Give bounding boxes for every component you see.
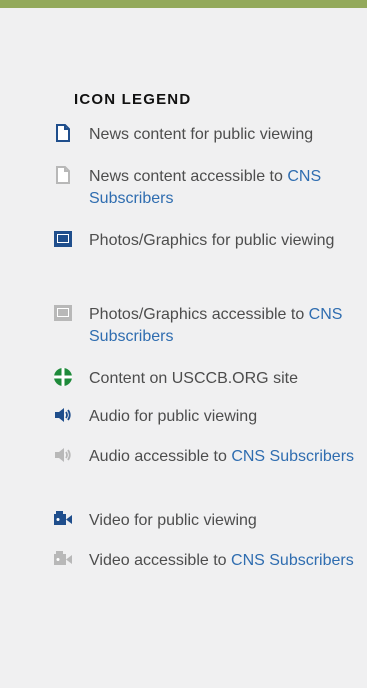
legend-item-video-public: Video for public viewing (54, 510, 354, 532)
cns-subscribers-link[interactable]: CNS Subscribers (231, 552, 354, 569)
top-accent-bar (0, 0, 367, 8)
video-icon (54, 510, 72, 528)
legend-item-news-subscriber: News content accessible to CNS Subscribe… (54, 166, 354, 210)
video-subscriber-icon (54, 550, 72, 568)
legend-item-audio-subscriber: Audio accessible to CNS Subscribers (54, 446, 354, 468)
legend-item-text: News content accessible to CNS Subscribe… (89, 168, 322, 207)
legend-item-text: News content for public viewing (89, 126, 314, 143)
legend-item-text: Content on USCCB.ORG site (89, 370, 298, 387)
photo-icon (54, 230, 72, 248)
audio-subscriber-icon (54, 446, 72, 464)
news-icon (54, 124, 72, 142)
legend-item-video-subscriber: Video accessible to CNS Subscribers (54, 550, 354, 572)
legend-item-text: Photos/Graphics for public viewing (89, 232, 335, 249)
audio-icon (54, 406, 72, 424)
photo-subscriber-icon (54, 304, 72, 322)
legend-item-text: Audio for public viewing (89, 408, 258, 425)
legend-item-audio-public: Audio for public viewing (54, 406, 354, 428)
legend-item-text: Photos/Graphics accessible to CNS Subscr… (89, 306, 343, 345)
legend-item-text: Video for public viewing (89, 512, 257, 529)
legend-item-usccb: Content on USCCB.ORG site (54, 368, 354, 390)
legend-item-text: Audio accessible to CNS Subscribers (89, 448, 355, 465)
cns-subscribers-link[interactable]: CNS Subscribers (231, 448, 354, 465)
legend-item-news-public: News content for public viewing (54, 124, 354, 146)
legend-item-photo-public: Photos/Graphics for public viewing (54, 230, 354, 252)
legend-title: ICON LEGEND (74, 91, 192, 108)
globe-icon (54, 368, 72, 386)
news-subscriber-icon (54, 166, 72, 184)
icon-legend-panel (0, 8, 367, 688)
legend-item-photo-subscriber: Photos/Graphics accessible to CNS Subscr… (54, 304, 354, 348)
legend-item-text: Video accessible to CNS Subscribers (89, 552, 354, 569)
